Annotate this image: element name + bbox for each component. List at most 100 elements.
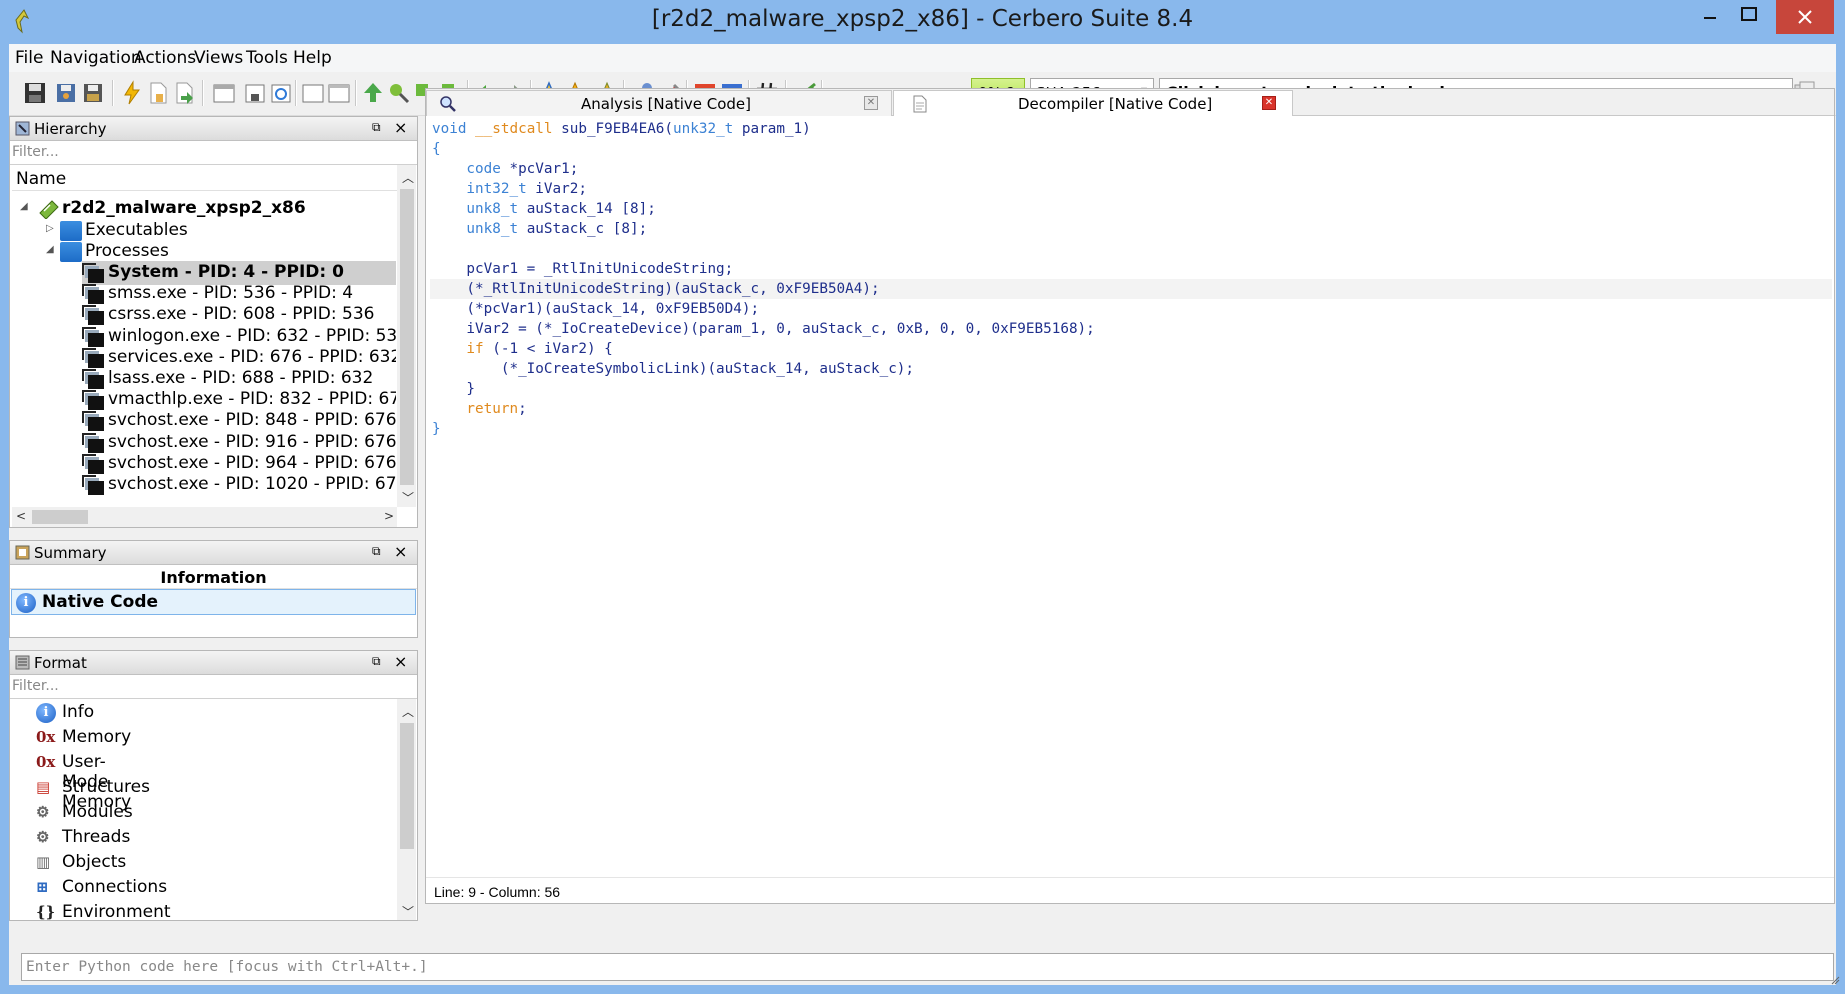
tab-decompiler[interactable]: Decompiler [Native Code] ✕ (893, 90, 1293, 116)
menu-tools[interactable]: Tools (246, 48, 288, 68)
close-panel-icon[interactable]: × (394, 118, 407, 137)
save-disk-icon[interactable] (242, 80, 268, 106)
code-token: iVar2; (535, 181, 587, 197)
open-file-icon[interactable] (145, 80, 171, 106)
scroll-up-icon[interactable]: ︿ (402, 169, 414, 186)
code-line[interactable]: return; (432, 399, 526, 419)
code-token: pcVar1 = _RtlInitUnicodeString; (432, 261, 734, 277)
tree-search-icon[interactable] (386, 80, 412, 106)
menu-views[interactable]: Views (194, 48, 243, 68)
code-line[interactable]: if (-1 < iVar2) { (432, 339, 612, 359)
scroll-down-icon[interactable]: ﹀ (402, 903, 414, 920)
scrollbar-thumb[interactable] (400, 723, 414, 849)
process-icon (82, 453, 104, 474)
format-item-label: Threads (62, 827, 131, 847)
scroll-left-icon[interactable]: < (16, 509, 26, 523)
code-line[interactable]: int32_t iVar2; (432, 179, 587, 199)
window-icon[interactable] (211, 80, 237, 106)
code-line[interactable]: unk8_t auStack_14 [8]; (432, 199, 655, 219)
code-line[interactable]: code *pcVar1; (432, 159, 578, 179)
tree-item-process-label: csrss.exe - PID: 608 - PPID: 536 (108, 304, 375, 325)
import-icon[interactable] (171, 80, 197, 106)
close-panel-icon[interactable]: × (394, 652, 407, 671)
hierarchy-panel-header: Hierarchy ⧉ × (10, 117, 417, 141)
code-line[interactable]: } (432, 419, 441, 439)
scrollbar-thumb[interactable] (400, 189, 414, 485)
panel-alt-icon[interactable] (326, 80, 352, 106)
name-column-header[interactable]: Name (12, 165, 397, 191)
float-panel-icon[interactable]: ⧉ (372, 544, 381, 559)
float-panel-icon[interactable]: ⧉ (372, 654, 381, 669)
hex-icon: 0x (36, 728, 56, 746)
window-title: [r2d2_malware_xpsp2_x86] - Cerbero Suite… (651, 6, 1194, 32)
code-line[interactable]: pcVar1 = _RtlInitUnicodeString; (432, 259, 733, 279)
scroll-right-icon[interactable]: > (384, 509, 394, 523)
code-line[interactable]: void __stdcall sub_F9EB4EA6(unk32_t para… (432, 119, 811, 139)
menu-navigation[interactable]: Navigation (50, 48, 142, 68)
code-token: unk32_t (673, 121, 742, 137)
code-token: sub_F9EB4EA6( (561, 121, 674, 137)
panel-icon[interactable] (300, 80, 326, 106)
code-line[interactable]: (*pcVar1)(auStack_14, 0xF9EB50D4); (432, 299, 759, 319)
process-icon (82, 284, 104, 305)
scroll-down-icon[interactable]: ﹀ (402, 489, 414, 506)
float-panel-icon[interactable]: ⧉ (372, 120, 381, 135)
scroll-up-icon[interactable]: ︿ (402, 703, 414, 720)
lightning-icon[interactable] (119, 80, 145, 106)
tab-analysis[interactable]: Analysis [Native Code] ✕ (426, 90, 892, 116)
collapse-arrow-icon[interactable]: ◢ (20, 201, 28, 212)
folder-icon (60, 221, 82, 241)
tree-up-icon[interactable] (360, 80, 386, 106)
expand-arrow-icon[interactable]: ▷ (46, 223, 54, 234)
menu-actions[interactable]: Actions (134, 48, 196, 68)
hierarchy-panel-title: Hierarchy (34, 120, 107, 138)
code-line[interactable]: iVar2 = (*_IoCreateDevice)(param_1, 0, a… (432, 319, 1094, 339)
summary-item[interactable]: i Native Code (11, 589, 416, 615)
close-tab-icon[interactable]: ✕ (864, 96, 878, 110)
code-line[interactable]: (*_IoCreateSymbolicLink)(auStack_14, auS… (432, 359, 914, 379)
format-item-label: Environment (62, 902, 171, 920)
title-bar[interactable]: [r2d2_malware_xpsp2_x86] - Cerbero Suite… (0, 0, 1845, 44)
resize-grip-icon[interactable] (1830, 975, 1840, 985)
toolbar-separator (355, 80, 357, 106)
summary-information-header: Information (10, 565, 417, 589)
format-panel-title: Format (34, 654, 87, 672)
code-line[interactable]: { (432, 139, 441, 159)
tree-item-process-label: smss.exe - PID: 536 - PPID: 4 (108, 283, 354, 304)
save-all-icon[interactable] (80, 80, 106, 106)
tree-item-process-label: lsass.exe - PID: 688 - PPID: 632 (108, 368, 374, 388)
process-icon (82, 475, 104, 495)
format-icon (15, 655, 30, 670)
tree-item-root-label: r2d2_malware_xpsp2_x86 (62, 198, 306, 218)
save-copy-icon[interactable] (53, 80, 79, 106)
code-token: } (432, 421, 441, 437)
summary-item-label: Native Code (42, 592, 159, 612)
code-token: { (432, 141, 441, 157)
code-editor[interactable]: void __stdcall sub_F9EB4EA6(unk32_t para… (426, 117, 1834, 877)
format-filter-input[interactable]: Filter... (10, 675, 417, 699)
python-console-input[interactable]: Enter Python code here [focus with Ctrl+… (21, 953, 1834, 981)
tab-analysis-label: Analysis [Native Code] (581, 95, 752, 113)
code-token: param_1) (741, 121, 811, 137)
menu-help[interactable]: Help (293, 48, 332, 68)
connections-icon: ⊞ (36, 878, 49, 896)
collapse-arrow-icon[interactable]: ◢ (46, 244, 54, 255)
scrollbar-thumb[interactable] (32, 510, 88, 524)
code-line[interactable]: } (432, 379, 475, 399)
code-line[interactable]: unk8_t auStack_c [8]; (432, 219, 647, 239)
close-window-button[interactable] (1776, 0, 1834, 34)
refresh-icon[interactable] (268, 80, 294, 106)
menu-file[interactable]: File (15, 48, 43, 68)
close-panel-icon[interactable]: × (394, 542, 407, 561)
hierarchy-filter-input[interactable]: Filter... (10, 141, 417, 165)
memory-module-icon (39, 200, 59, 219)
code-line[interactable]: (*_RtlInitUnicodeString)(auStack_c, 0xF9… (430, 279, 1832, 299)
save-icon[interactable] (22, 80, 48, 106)
tree-item-process[interactable]: svchost.exe - PID: 1020 - PPID: 676 (82, 473, 396, 497)
maximize-button[interactable] (1723, 0, 1775, 34)
close-tab-icon[interactable]: ✕ (1262, 96, 1276, 110)
threads-icon: ⚙ (36, 828, 50, 846)
format-item-label: Info (62, 702, 95, 722)
tree-item-executables-label: Executables (85, 220, 188, 240)
process-icon (82, 411, 104, 432)
